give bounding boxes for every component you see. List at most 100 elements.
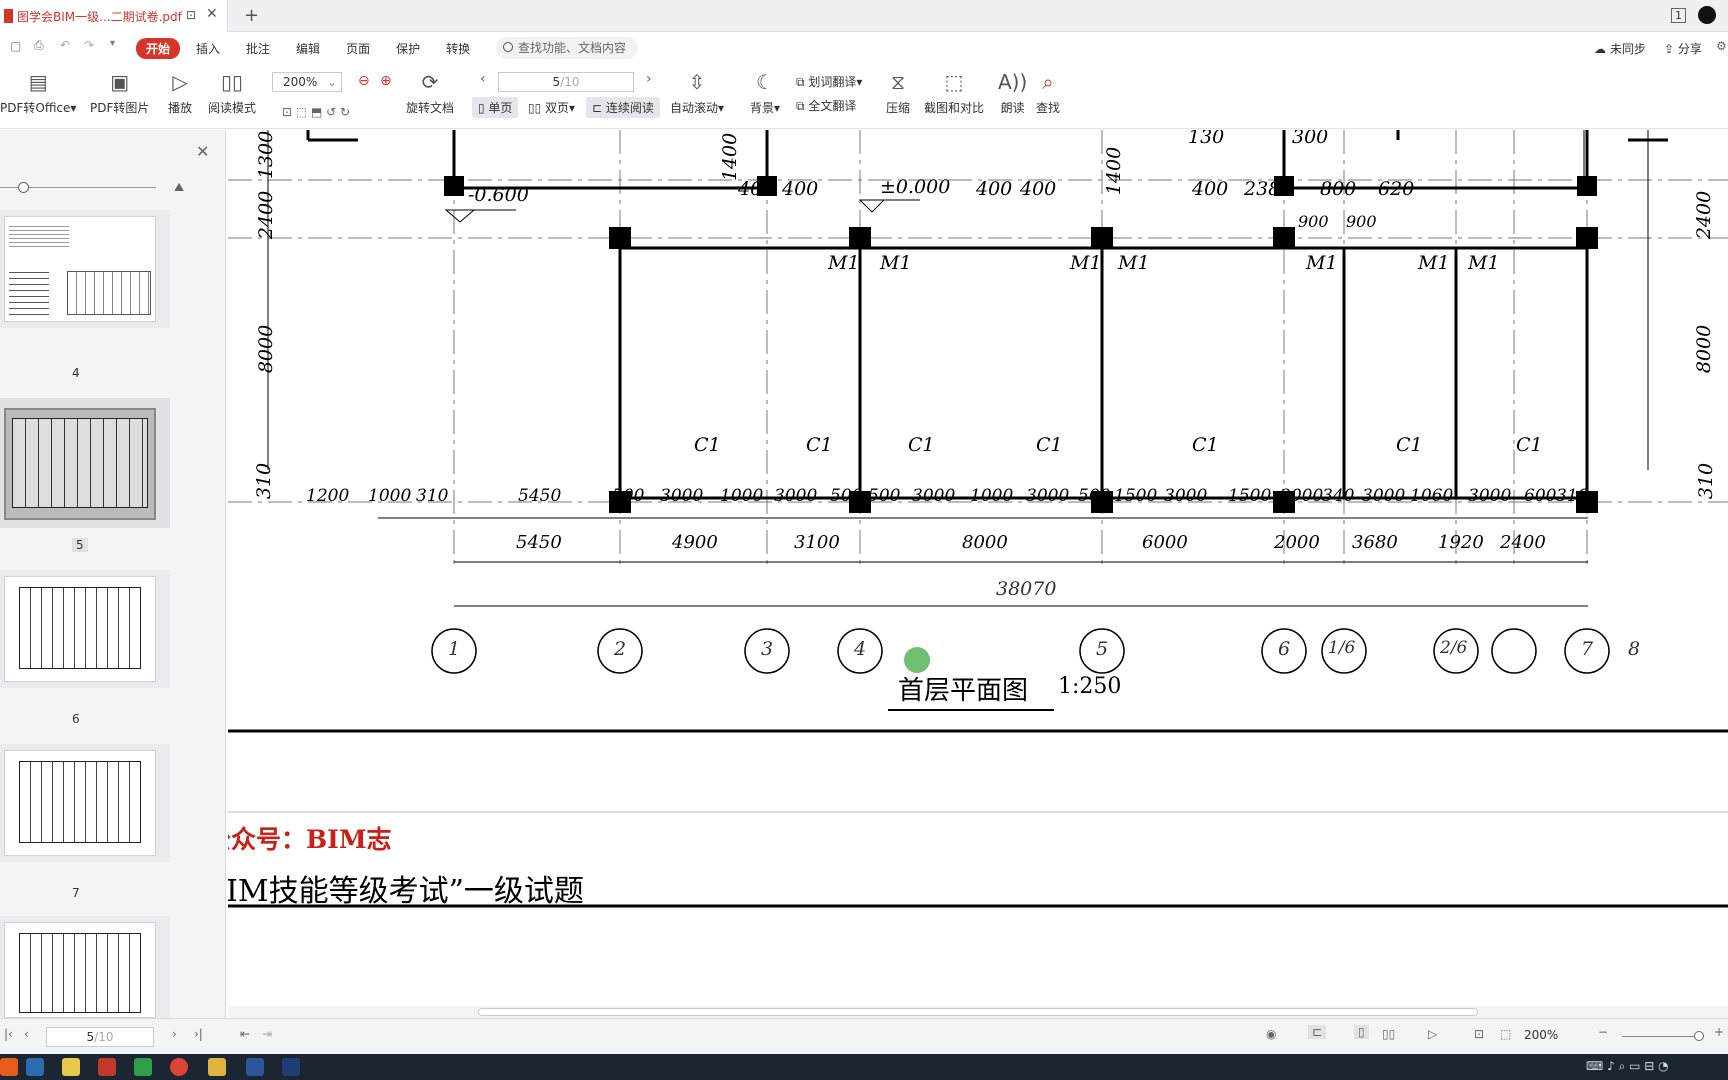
continuous-view-icon[interactable]: ⊏ — [1308, 1025, 1327, 1039]
read-aloud-label: 朗读 — [1000, 101, 1025, 115]
next-page-icon[interactable]: › — [646, 71, 652, 87]
scrollbar-thumb[interactable] — [478, 1008, 1478, 1016]
axis-label: 2 — [614, 638, 627, 660]
thumbnail-image — [4, 408, 156, 520]
fit-page-icon[interactable]: ⬚ — [1500, 1027, 1511, 1041]
zoom-out-icon[interactable]: ⊖ — [358, 73, 370, 89]
close-tab-icon[interactable]: ✕ — [206, 6, 218, 22]
menu-convert[interactable]: 转换 — [446, 40, 470, 57]
continuous-read-button[interactable]: ⊏ 连续阅读 — [586, 97, 660, 118]
pdf-to-image-button[interactable]: ▣ PDF转图片 — [90, 69, 149, 116]
back-icon[interactable]: ⇤ — [240, 1027, 250, 1041]
drawing-title: 首层平面图 — [898, 676, 1029, 706]
pdf-viewer[interactable]: 400 400 400 400 400 2380 800 620 900 900… — [228, 130, 1728, 1018]
next-page-icon[interactable]: › — [172, 1027, 177, 1041]
play-icon[interactable]: ▷ — [1428, 1027, 1437, 1041]
menu-annotate[interactable]: 批注 — [246, 40, 270, 57]
moon-icon: ☾ — [756, 70, 774, 94]
dim: 500 — [868, 486, 901, 506]
settings-icon[interactable]: ⚙ — [1716, 39, 1727, 53]
rotate-button[interactable]: ⟳ 旋转文档 — [406, 69, 454, 116]
pin-icon[interactable]: ⊡ — [186, 8, 196, 22]
zoom-slider-handle[interactable] — [1694, 1031, 1704, 1041]
app-icon[interactable] — [134, 1058, 152, 1076]
avatar[interactable] — [1698, 6, 1716, 24]
prev-page-icon[interactable]: ‹ — [480, 71, 486, 87]
play-button[interactable]: ▷ 播放 — [168, 69, 192, 116]
zoom-in-icon[interactable]: ⊕ — [380, 73, 392, 89]
background-button[interactable]: ☾ 背景▾ — [750, 69, 780, 116]
dim: 1500 — [1114, 486, 1158, 506]
find-button[interactable]: ⌕ 查找 — [1036, 69, 1060, 116]
app-icon[interactable] — [98, 1058, 116, 1076]
menu-start[interactable]: 开始 — [136, 37, 181, 59]
thumbnail-page-5[interactable] — [0, 398, 170, 528]
undo-icon[interactable]: ↶ — [60, 38, 70, 52]
tray-icons[interactable]: ⌨ ♪ ⌕ ▭ ⊟ ◔ — [1586, 1059, 1669, 1074]
close-sidebar-icon[interactable]: ✕ — [196, 142, 209, 161]
word-translate-button[interactable]: ⧉ 划词翻译▾ — [796, 73, 862, 90]
prev-page-icon[interactable]: ‹ — [24, 1027, 29, 1041]
menu-protect[interactable]: 保护 — [396, 40, 420, 57]
horizontal-scrollbar[interactable] — [228, 1006, 1728, 1018]
folder-icon[interactable] — [208, 1058, 226, 1076]
fit-icons[interactable]: ⊡ ⬚ ⬒ ↺ ↻ — [282, 105, 350, 119]
door-label: M1 — [1070, 252, 1102, 274]
word-icon[interactable] — [246, 1058, 264, 1076]
auto-scroll-button[interactable]: ⇳ 自动滚动▾ — [670, 69, 724, 116]
chrome-icon[interactable] — [170, 1058, 188, 1076]
app-icon[interactable] — [62, 1058, 80, 1076]
actual-size-icon[interactable]: ⊡ — [1474, 1027, 1484, 1041]
zoom-in-icon[interactable]: + — [1714, 1025, 1724, 1039]
slider-handle[interactable] — [18, 182, 29, 193]
zoom-out-icon[interactable]: − — [1598, 1025, 1608, 1039]
read-mode-button[interactable]: ▯▯ 阅读模式 — [208, 69, 256, 116]
double-page-button[interactable]: ▯▯ 双页▾ — [528, 99, 575, 116]
thumbnail-page-4[interactable] — [0, 210, 170, 328]
single-page-button[interactable]: ▯ 单页 — [472, 97, 519, 118]
window-label: C1 — [1192, 434, 1219, 456]
dim: 310 — [416, 486, 449, 506]
redo-icon[interactable]: ↷ — [84, 38, 94, 52]
new-tab-button[interactable]: + — [244, 5, 259, 26]
last-page-icon[interactable]: ›| — [194, 1027, 203, 1041]
document-tab[interactable]: 图学会BIM一级...二期试卷.pdf ⊡ ✕ — [0, 0, 228, 32]
double-view-icon[interactable]: ▯▯ — [1382, 1027, 1395, 1041]
single-view-icon[interactable]: ▯ — [1354, 1025, 1369, 1039]
drawing-scale: 1:250 — [1058, 674, 1122, 699]
save-icon[interactable]: ▢ — [10, 39, 21, 53]
app-icon[interactable] — [26, 1058, 44, 1076]
full-translate-button[interactable]: ⧉ 全文翻译 — [796, 97, 856, 114]
page-number-input[interactable]: 5/10 — [498, 72, 634, 92]
screenshot-compare-button[interactable]: ⬚ 截图和对比 — [924, 69, 984, 116]
zoom-select[interactable]: 200% ⌄ — [272, 72, 342, 92]
status-page-input[interactable]: 5/10 — [46, 1027, 154, 1047]
compress-button[interactable]: ⧖ 压缩 — [886, 69, 910, 116]
image-icon[interactable]: ⛰ — [174, 180, 184, 195]
dim: 3000 — [1164, 486, 1208, 506]
door-label: M1 — [1306, 252, 1338, 274]
status-zoom[interactable]: 200% — [1524, 1028, 1558, 1042]
revit-icon[interactable] — [282, 1058, 300, 1076]
search-input[interactable]: 查找功能、文档内容 — [496, 37, 638, 59]
sync-status[interactable]: ☁ 未同步 — [1594, 40, 1646, 57]
pdf-to-office-button[interactable]: ▤ PDF转Office▾ — [0, 69, 76, 116]
print-icon[interactable]: ⎙ — [34, 38, 44, 53]
more-icon[interactable]: ▾ — [110, 38, 115, 49]
thumbnail-page-8[interactable] — [0, 916, 170, 1018]
forward-icon[interactable]: ⇥ — [262, 1027, 272, 1041]
thumbnail-page-7[interactable] — [0, 744, 170, 862]
first-page-icon[interactable]: |‹ — [4, 1027, 13, 1041]
menu-page[interactable]: 页面 — [346, 40, 370, 57]
menu-insert[interactable]: 插入 — [196, 40, 220, 57]
zoom-slider[interactable] — [1622, 1036, 1702, 1037]
start-app-icon[interactable] — [0, 1058, 18, 1076]
thumbnail-page-6[interactable] — [0, 570, 170, 688]
eye-icon[interactable]: ◉ — [1266, 1027, 1276, 1041]
read-aloud-button[interactable]: A)) 朗读 — [998, 69, 1027, 116]
dim-top-misc-0: 130 — [1188, 130, 1225, 148]
share-button[interactable]: ⇪ 分享 — [1664, 40, 1702, 57]
menu-edit[interactable]: 编辑 — [296, 40, 320, 57]
window-count-icon[interactable]: 1 — [1671, 7, 1686, 23]
full-translate-label: 全文翻译 — [808, 99, 857, 113]
